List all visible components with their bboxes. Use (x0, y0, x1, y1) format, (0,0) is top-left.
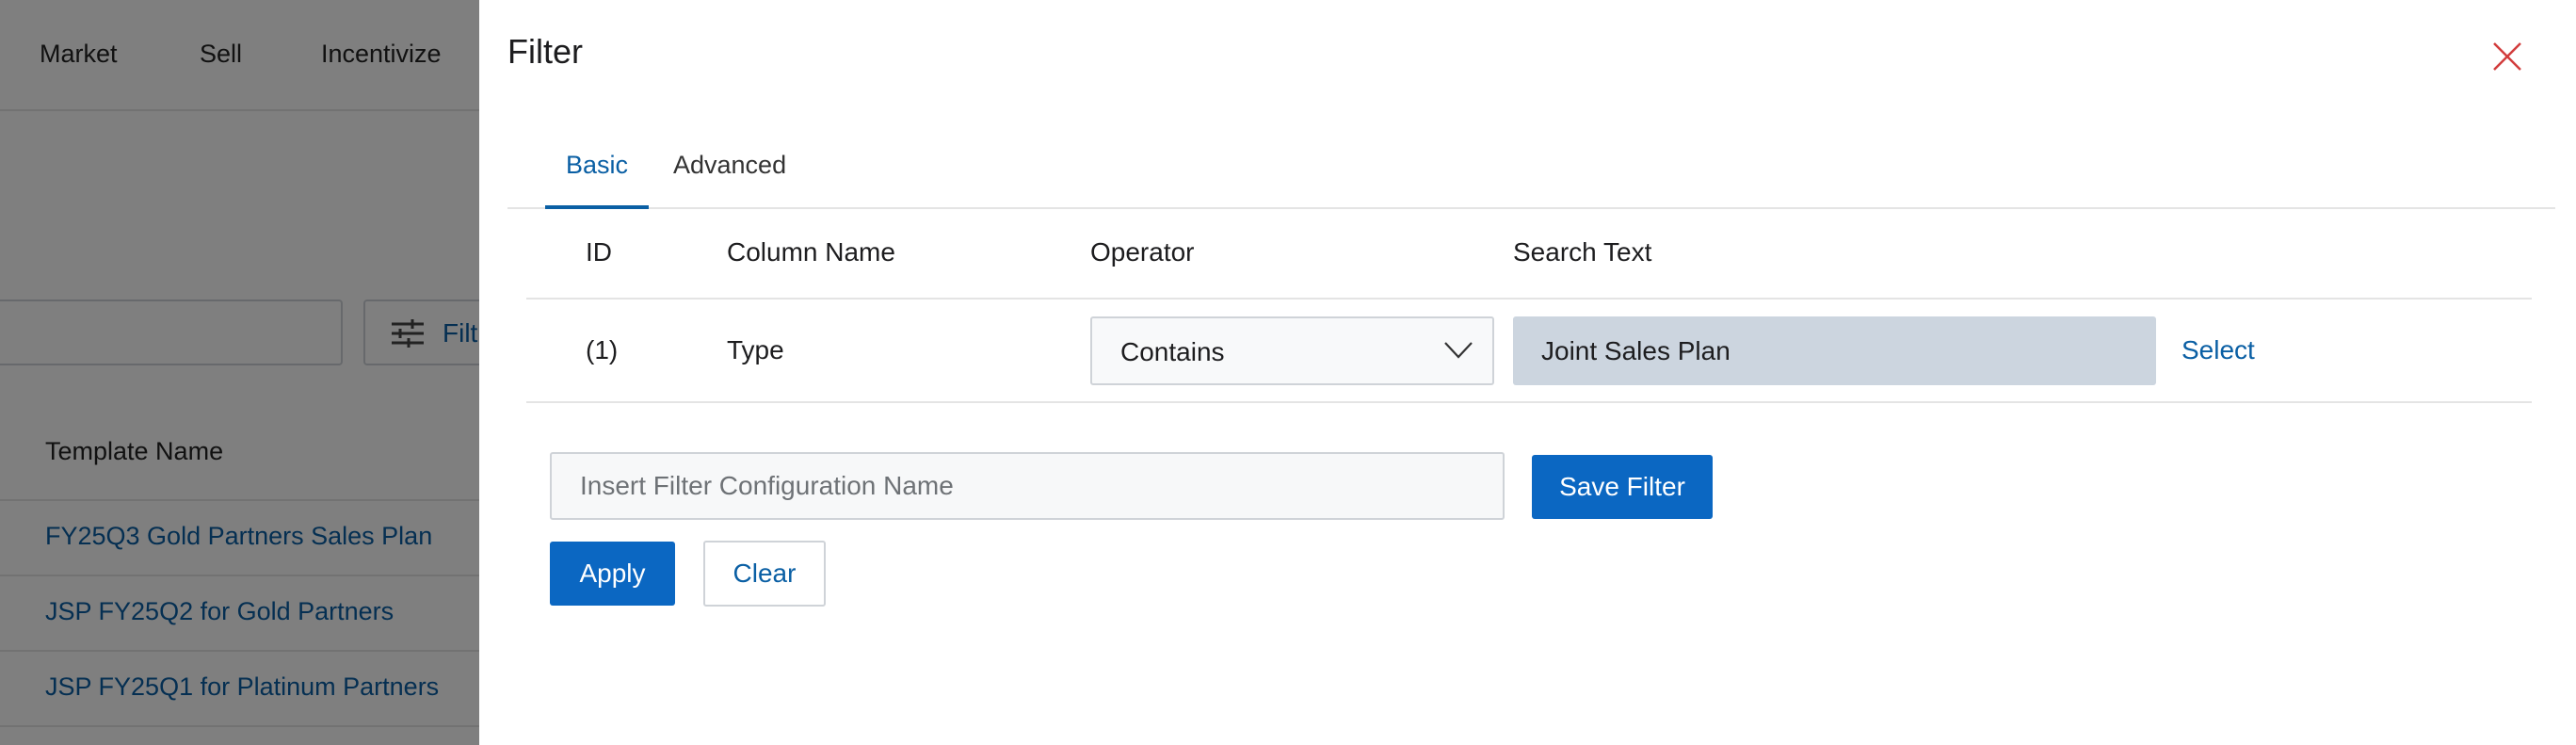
filter-tabs: Basic Advanced (507, 132, 2555, 209)
row-divider (526, 401, 2532, 403)
apply-button[interactable]: Apply (550, 542, 675, 606)
filter-config-name-input[interactable] (550, 452, 1505, 520)
column-header-id: ID (586, 237, 612, 267)
row-id: (1) (586, 335, 619, 364)
chevron-down-icon (1444, 342, 1473, 359)
tab-advanced[interactable]: Advanced (652, 151, 807, 209)
column-header-column-name: Column Name (727, 237, 895, 267)
operator-select[interactable]: Contains (1090, 316, 1494, 385)
filter-panel: Filter Basic Advanced ID Column Name Ope… (479, 0, 2576, 745)
panel-title: Filter (507, 32, 583, 71)
select-link[interactable]: Select (2182, 335, 2255, 365)
header-divider (526, 298, 2532, 300)
operator-select-value: Contains (1120, 337, 1225, 366)
column-header-operator: Operator (1090, 237, 1195, 267)
close-button[interactable] (2488, 38, 2526, 75)
close-icon (2493, 42, 2521, 71)
column-header-search-text: Search Text (1513, 237, 1652, 267)
clear-button[interactable]: Clear (703, 541, 826, 607)
save-filter-button[interactable]: Save Filter (1532, 455, 1713, 519)
tab-basic[interactable]: Basic (545, 151, 650, 209)
search-text-input[interactable] (1513, 316, 2156, 385)
row-column-name: Type (727, 335, 784, 364)
